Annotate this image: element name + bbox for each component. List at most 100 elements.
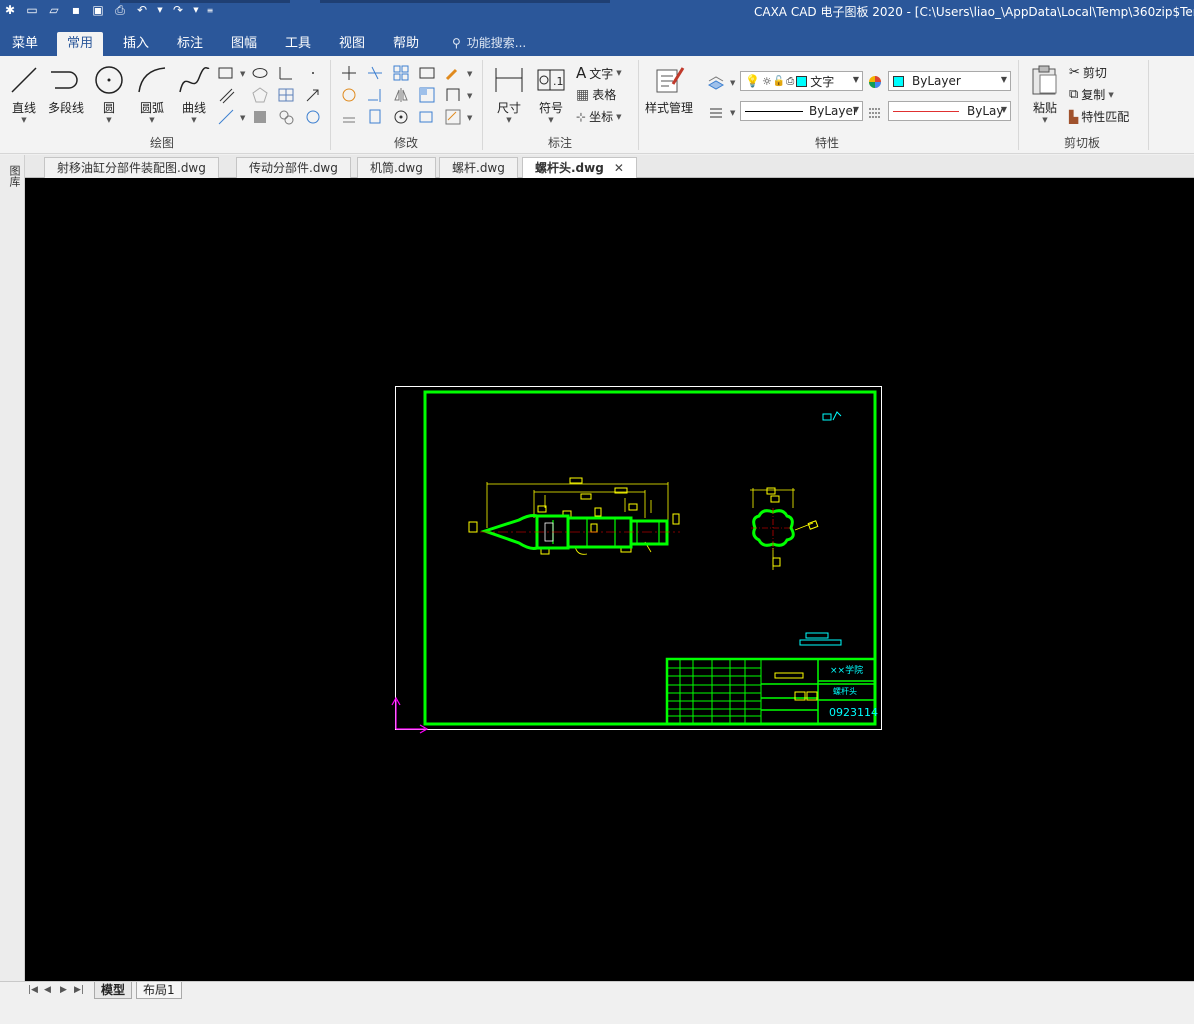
ribbon-panel: 直线 ▼ 多段线 圆 ▼ 圆弧 ▼ 曲线 ▼ ▼ ▼ 绘图 ▼ ▼ ▼ 修改 尺… bbox=[0, 56, 1194, 154]
polygon-icon[interactable] bbox=[251, 86, 269, 104]
paste-button[interactable]: 粘贴 ▼ bbox=[1030, 64, 1060, 124]
scale-icon[interactable] bbox=[418, 86, 436, 104]
lightbulb-icon: 💡 bbox=[745, 74, 760, 88]
ellipse-icon[interactable] bbox=[251, 64, 269, 82]
construction-line-icon[interactable] bbox=[217, 108, 235, 126]
redo-dropdown-icon[interactable]: ▼ bbox=[192, 2, 200, 18]
layer-select[interactable]: 💡 ☼ 🔓 ⎙ 文字 ▼ bbox=[740, 71, 863, 91]
extend-icon[interactable] bbox=[366, 86, 384, 104]
redo-icon[interactable]: ↷ bbox=[170, 2, 186, 18]
style-manager-button[interactable]: 样式管理 bbox=[645, 64, 693, 116]
layout-tab-layout1[interactable]: 布局1 bbox=[136, 982, 182, 999]
array-icon[interactable] bbox=[392, 64, 410, 82]
print-icon[interactable]: ⎙ bbox=[112, 2, 128, 18]
doc-tab-barrel[interactable]: 机筒.dwg bbox=[357, 157, 436, 178]
lineweight-select[interactable]: ByLay ▼ bbox=[888, 101, 1011, 121]
next-layout-icon[interactable]: ▶ bbox=[60, 985, 67, 995]
layer-manager-icon[interactable] bbox=[707, 73, 725, 91]
tab-help[interactable]: 帮助 bbox=[383, 32, 429, 56]
move-icon[interactable] bbox=[340, 64, 358, 82]
text-button[interactable]: A 文字 ▼ bbox=[576, 64, 622, 82]
point-icon[interactable] bbox=[304, 64, 322, 82]
feature-search[interactable]: ⚲ 功能搜索... bbox=[452, 32, 526, 54]
circle-button[interactable]: 圆 ▼ bbox=[93, 64, 125, 124]
group-label-properties: 特性 bbox=[815, 136, 840, 150]
curve-button[interactable]: 曲线 ▼ bbox=[177, 64, 211, 124]
coordinate-icon: ⊹ bbox=[576, 109, 587, 124]
explode-icon[interactable] bbox=[418, 108, 436, 126]
last-layout-icon[interactable]: ▶| bbox=[74, 985, 84, 995]
polyline-button[interactable]: 多段线 bbox=[47, 64, 85, 116]
close-tab-icon[interactable]: ✕ bbox=[614, 161, 624, 175]
block-icon[interactable] bbox=[277, 108, 295, 126]
table-grid-icon[interactable] bbox=[277, 86, 295, 104]
arrow-icon[interactable] bbox=[304, 86, 322, 104]
copy-object-icon[interactable] bbox=[366, 108, 384, 126]
library-side-panel[interactable]: 图库 bbox=[0, 155, 25, 1000]
mirror-icon[interactable] bbox=[392, 86, 410, 104]
arc-button[interactable]: 圆弧 ▼ bbox=[136, 64, 168, 124]
group-label-draw: 绘图 bbox=[150, 136, 175, 150]
color-wheel-icon[interactable] bbox=[866, 73, 884, 91]
group-separator bbox=[482, 60, 483, 150]
cut-button[interactable]: ✂ 剪切 bbox=[1069, 64, 1107, 81]
break-icon[interactable] bbox=[392, 108, 410, 126]
save-icon[interactable]: ▪ bbox=[68, 2, 84, 18]
group-label-annotate: 标注 bbox=[548, 136, 573, 150]
circle-icon bbox=[95, 66, 123, 94]
tab-menu[interactable]: 菜单 bbox=[2, 32, 48, 56]
match-properties-button[interactable]: ▙ 特性匹配 bbox=[1069, 108, 1129, 125]
table-button[interactable]: ▦ 表格 bbox=[576, 86, 616, 103]
trim-icon[interactable] bbox=[366, 64, 384, 82]
stretch-icon[interactable] bbox=[418, 64, 436, 82]
tab-tools[interactable]: 工具 bbox=[275, 32, 321, 56]
chamfer-icon[interactable] bbox=[444, 108, 462, 126]
first-layout-icon[interactable]: |◀ bbox=[28, 985, 38, 995]
offset-icon[interactable] bbox=[340, 108, 358, 126]
style-manager-icon bbox=[656, 67, 685, 93]
save-all-icon[interactable]: ▣ bbox=[90, 2, 106, 18]
revision-cloud-icon[interactable] bbox=[304, 108, 322, 126]
tab-annotate[interactable]: 标注 bbox=[167, 32, 213, 56]
coordinate-button[interactable]: ⊹ 坐标 ▼ bbox=[576, 108, 621, 125]
group-separator bbox=[638, 60, 639, 150]
app-logo-icon[interactable]: ✱ bbox=[2, 2, 18, 18]
dimension-button[interactable]: 尺寸 ▼ bbox=[493, 64, 525, 124]
ribbon-tab-bar: 菜单 常用 插入 标注 图幅 工具 视图 帮助 bbox=[0, 30, 1194, 56]
linetype-select[interactable]: ByLayer ▼ bbox=[740, 101, 863, 121]
prev-layout-icon[interactable]: ◀ bbox=[44, 985, 51, 995]
doc-tab-transmission[interactable]: 传动分部件.dwg bbox=[236, 157, 351, 178]
doc-tab-assembly[interactable]: 射移油缸分部件装配图.dwg bbox=[44, 157, 219, 178]
rectangle-icon[interactable] bbox=[217, 64, 235, 82]
hatch-angle-icon[interactable] bbox=[277, 64, 295, 82]
library-panel-label: 图库 bbox=[8, 165, 21, 187]
tab-sheet[interactable]: 图幅 bbox=[221, 32, 267, 56]
tab-insert[interactable]: 插入 bbox=[113, 32, 159, 56]
tab-home[interactable]: 常用 bbox=[57, 32, 104, 56]
linetype-icon[interactable] bbox=[707, 103, 725, 121]
doc-tab-screw[interactable]: 螺杆.dwg bbox=[439, 157, 518, 178]
roughness-note-box bbox=[799, 639, 842, 646]
drawing-number: 0923114 bbox=[829, 706, 878, 719]
drawing-canvas[interactable]: ××学院 螺杆头 0923114 bbox=[25, 178, 1194, 981]
brush-icon[interactable] bbox=[444, 64, 462, 82]
copy-icon: ⧉ bbox=[1069, 87, 1079, 102]
symbol-button[interactable]: .1 符号 ▼ bbox=[535, 64, 567, 124]
fill-icon[interactable] bbox=[251, 108, 269, 126]
undo-icon[interactable]: ↶ bbox=[134, 2, 150, 18]
parallel-line-icon[interactable] bbox=[217, 86, 235, 104]
color-select[interactable]: ByLayer ▼ bbox=[888, 71, 1011, 91]
copy-button[interactable]: ⧉ 复制 ▼ bbox=[1069, 86, 1114, 103]
layout-tab-model[interactable]: 模型 bbox=[94, 982, 133, 999]
open-file-icon[interactable]: ▱ bbox=[46, 2, 62, 18]
new-file-icon[interactable]: ▭ bbox=[24, 2, 40, 18]
undo-dropdown-icon[interactable]: ▼ bbox=[156, 2, 164, 18]
customize-qat-icon[interactable]: ≡ bbox=[206, 2, 214, 18]
fillet-icon[interactable] bbox=[444, 86, 462, 104]
tab-view[interactable]: 视图 bbox=[329, 32, 375, 56]
lineweight-icon[interactable] bbox=[866, 103, 884, 121]
line-button[interactable]: 直线 ▼ bbox=[8, 64, 40, 124]
tolerance-symbol-icon: .1 bbox=[537, 69, 565, 91]
rotate-icon[interactable] bbox=[340, 86, 358, 104]
doc-tab-screw-head[interactable]: 螺杆头.dwg ✕ bbox=[522, 157, 637, 179]
